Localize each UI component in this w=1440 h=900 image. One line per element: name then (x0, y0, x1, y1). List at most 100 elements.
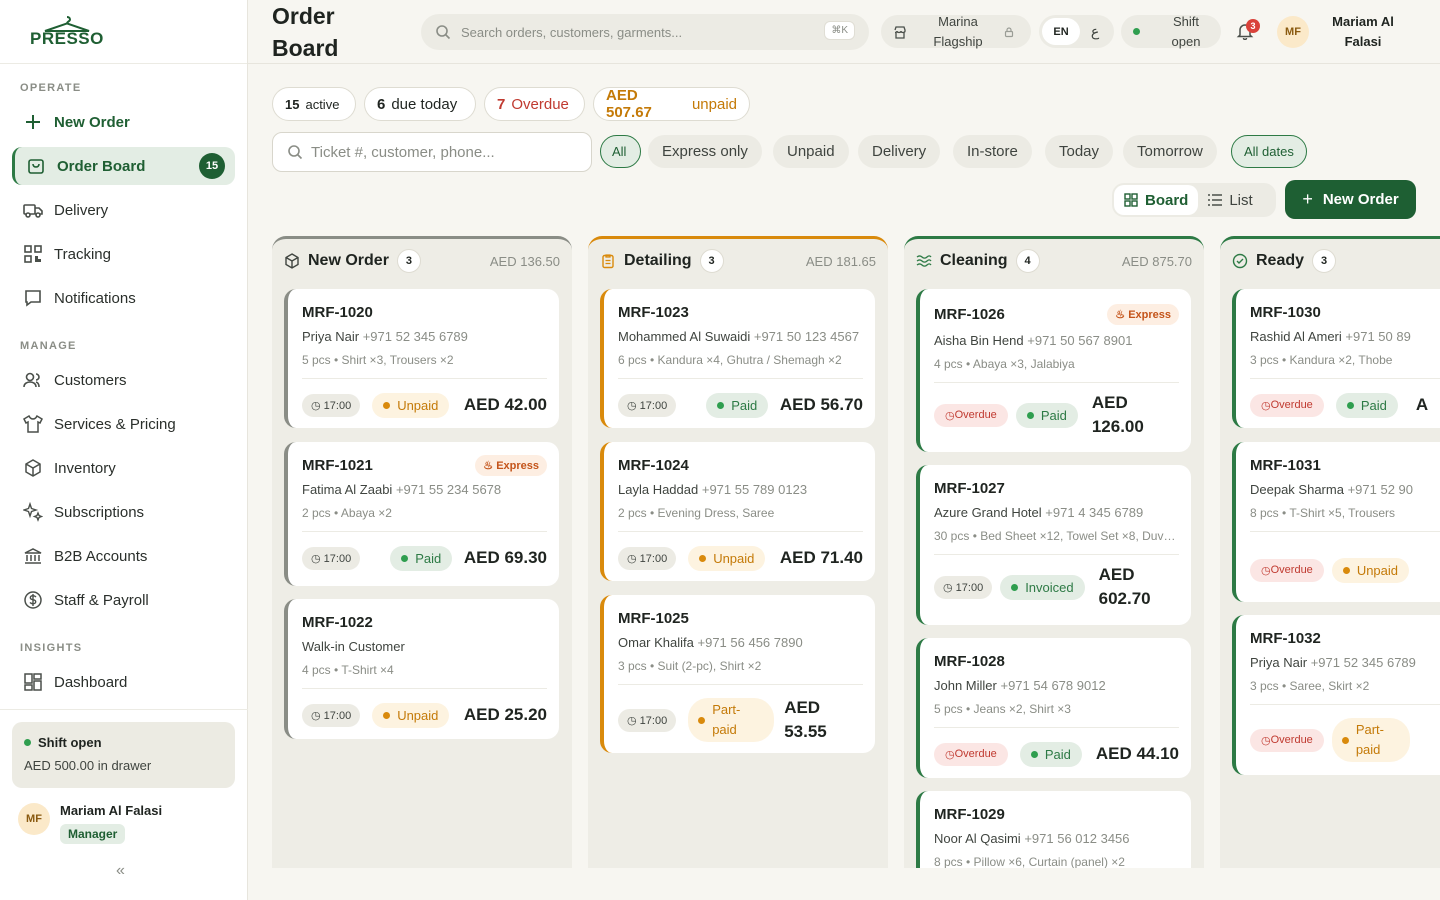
customer-name: Deepak Sharma (1250, 482, 1344, 497)
order-amount: AED 42.00 (463, 395, 547, 414)
view-toggle: Board List (1112, 183, 1276, 217)
stat-label: due today (391, 95, 458, 113)
qr-code-icon (22, 243, 44, 265)
filter-chip-in-store[interactable]: In-store (953, 135, 1032, 168)
kanban-board: New Order 3 AED 136.50 MRF-1020 Priya Na… (248, 226, 1440, 868)
list-view-button[interactable]: List (1198, 185, 1262, 215)
customer-phone: +971 55 789 0123 (701, 482, 808, 497)
stat-unpaid[interactable]: AED 507.67 unpaid (593, 87, 750, 121)
due-time-value: 17:00 (639, 714, 668, 727)
order-items: 4 pcs • T-Shirt ×4 (302, 663, 547, 689)
sidebar-item-order-board[interactable]: Order Board 15 (12, 147, 235, 185)
sidebar-item-label: Dashboard (54, 673, 128, 691)
stat-value: 7 (497, 95, 506, 113)
sidebar-item-inventory[interactable]: Inventory (12, 449, 235, 487)
ticket-search-input[interactable]: Ticket #, customer, phone... (272, 132, 592, 172)
sidebar-item-notifications[interactable]: Notifications (12, 279, 235, 317)
status-dot (1342, 566, 1350, 574)
lang-ar-button[interactable]: ع (1080, 23, 1110, 40)
payment-status-badge: Invoiced (1000, 574, 1085, 600)
user-name[interactable]: Mariam Al Falasi (1323, 12, 1403, 52)
filter-chip-today[interactable]: Today (1045, 135, 1114, 168)
sidebar-item-label: Tracking (54, 245, 111, 263)
collapse-sidebar-button[interactable]: « (116, 862, 125, 880)
column-header: New Order 3 AED 136.50 (272, 239, 572, 283)
sidebar-item-new-order[interactable]: New Order (12, 103, 235, 141)
column-title: Detailing (624, 252, 692, 269)
order-items: 5 pcs • Shirt ×3, Trousers ×2 (302, 353, 547, 379)
order-card[interactable]: MRF-1023 Mohammed Al Suwaidi +971 50 123… (600, 289, 875, 428)
payment-status-badge: Paid (390, 545, 453, 571)
sidebar-item-subscriptions[interactable]: Subscriptions (12, 493, 235, 531)
express-badge: ♨ Express (1107, 303, 1179, 325)
payment-status-badge: Part-paid (688, 698, 775, 742)
language-toggle[interactable]: EN ع (1039, 15, 1114, 48)
filter-chip-all[interactable]: All (600, 135, 641, 168)
section-label-operate: OPERATE (20, 82, 82, 94)
board-view-button[interactable]: Board (1114, 185, 1199, 215)
overdue-label: Overdue (1270, 399, 1313, 411)
sidebar-item-staff-payroll[interactable]: Staff & Payroll (12, 581, 235, 619)
user-profile[interactable]: MF Mariam Al Falasi Manager (18, 803, 162, 844)
due-time: ◷ 17:00 (302, 546, 361, 570)
customer-phone: +971 52 90 (1347, 482, 1414, 497)
order-amount: AED 602.70 (1098, 565, 1151, 608)
shift-status-pill[interactable]: Shift open (1121, 14, 1221, 49)
sidebar-item-dashboard[interactable]: Dashboard (12, 663, 235, 701)
filter-chip-delivery[interactable]: Delivery (858, 135, 941, 168)
avatar[interactable]: MF (1277, 16, 1309, 48)
filter-chip-tomorrow[interactable]: Tomorrow (1123, 135, 1217, 168)
order-amount: AED 53.55 (784, 698, 827, 741)
stat-overdue[interactable]: 7 Overdue (484, 87, 585, 121)
column-header: Detailing 3 AED 181.65 (588, 239, 888, 283)
due-time: ◷ 17:00 (618, 393, 677, 417)
filter-chip-all-dates[interactable]: All dates (1231, 135, 1307, 168)
column-new-order: New Order 3 AED 136.50 MRF-1020 Priya Na… (272, 236, 572, 868)
status-dot (1026, 411, 1034, 419)
package-icon (284, 253, 300, 269)
order-card[interactable]: MRF-1032 Priya Nair +971 52 345 6789 3 p… (1232, 615, 1440, 775)
sidebar-item-services-pricing[interactable]: Services & Pricing (12, 405, 235, 443)
order-card[interactable]: MRF-1030 Rashid Al Ameri +971 50 89 3 pc… (1232, 289, 1440, 428)
sidebar-item-tracking[interactable]: Tracking (12, 235, 235, 273)
payment-status-badge: Unpaid (372, 702, 450, 728)
order-card[interactable]: MRF-1020 Priya Nair +971 52 345 6789 5 p… (284, 289, 559, 428)
filter-chip-unpaid[interactable]: Unpaid (773, 135, 849, 168)
order-amount: AED 71.40 (779, 548, 863, 567)
status-dot (1346, 401, 1354, 409)
order-card[interactable]: MRF-1028 John Miller +971 54 678 9012 5 … (916, 638, 1191, 778)
location-selector[interactable]: Marina Flagship (881, 14, 1031, 49)
order-items: 2 pcs • Evening Dress, Saree (618, 506, 863, 532)
column-header: Cleaning 4 AED 875.70 (904, 239, 1204, 283)
notifications-button[interactable]: 3 (1236, 19, 1260, 43)
order-card[interactable]: MRF-1029 Noor Al Qasimi +971 56 012 3456… (916, 791, 1191, 868)
sidebar-item-customers[interactable]: Customers (12, 361, 235, 399)
order-card[interactable]: MRF-1021 ♨ Express Fatima Al Zaabi +971 5… (284, 442, 559, 586)
order-card[interactable]: MRF-1022 Walk-in Customer 4 pcs • T-Shir… (284, 599, 559, 739)
customer-phone: +971 4 345 6789 (1045, 505, 1144, 520)
order-items: 2 pcs • Abaya ×2 (302, 506, 547, 532)
order-card[interactable]: MRF-1026 ♨ Express Aisha Bin Hend +971 50… (916, 289, 1191, 452)
customer-name: Priya Nair (302, 329, 360, 344)
shift-status-card[interactable]: Shift open AED 500.00 in drawer (12, 722, 235, 788)
order-id: MRF-1024 (618, 456, 689, 474)
order-card[interactable]: MRF-1027 Azure Grand Hotel +971 4 345 67… (916, 465, 1191, 625)
payment-status-badge: Part-paid (1331, 718, 1410, 762)
stat-due-today[interactable]: 6 due today (364, 87, 476, 121)
sidebar-divider (0, 709, 248, 710)
order-card[interactable]: MRF-1031 Deepak Sharma +971 52 90 8 pcs … (1232, 442, 1440, 602)
new-order-button[interactable]: + New Order (1285, 180, 1416, 219)
lang-en-button[interactable]: EN (1042, 18, 1080, 45)
logo[interactable]: PRESSO (0, 0, 247, 64)
order-card[interactable]: MRF-1025 Omar Khalifa +971 56 456 7890 3… (600, 595, 875, 753)
payment-status: Unpaid (713, 550, 755, 566)
order-card[interactable]: MRF-1024 Layla Haddad +971 55 789 0123 2… (600, 442, 875, 581)
filter-chip-express[interactable]: Express only (648, 135, 762, 168)
sidebar-item-delivery[interactable]: Delivery (12, 191, 235, 229)
sidebar-item-b2b-accounts[interactable]: B2B Accounts (12, 537, 235, 575)
order-id: MRF-1029 (934, 805, 1005, 823)
global-search-input[interactable]: Search orders, customers, garments... ⌘K (421, 14, 869, 50)
brand-name: PRESSO (30, 29, 104, 48)
stat-active[interactable]: 15 active (272, 87, 356, 121)
overdue-badge: ◷ Overdue (1250, 393, 1324, 417)
